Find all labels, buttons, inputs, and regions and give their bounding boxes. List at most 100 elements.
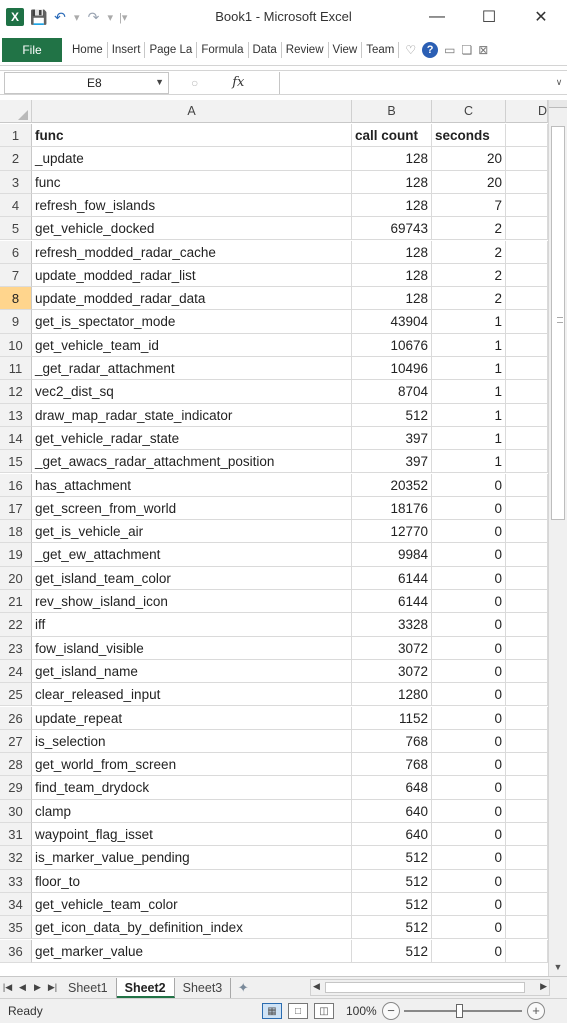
cell-empty[interactable]: [506, 729, 548, 754]
row-header[interactable]: 29: [0, 776, 32, 800]
tab-team[interactable]: Team: [362, 41, 400, 58]
row-header[interactable]: 25: [0, 683, 32, 707]
workbook-restore-icon[interactable]: ❏: [461, 43, 472, 57]
cell-empty[interactable]: [506, 357, 548, 381]
row-header[interactable]: 35: [0, 916, 32, 940]
scroll-right-arrow-icon[interactable]: ▶: [540, 981, 547, 992]
row-header[interactable]: 36: [0, 939, 32, 963]
worksheet-grid[interactable]: A B C D 1 func call count seconds 2 _update 12…: [0, 100, 548, 976]
cell-empty[interactable]: [506, 846, 548, 870]
cell-call-count[interactable]: 768: [352, 753, 432, 777]
cell-seconds[interactable]: 1: [432, 426, 506, 451]
cell-seconds[interactable]: 2: [432, 240, 506, 264]
cell-seconds[interactable]: seconds: [432, 124, 506, 148]
row-header[interactable]: 23: [0, 636, 32, 660]
cell-func[interactable]: get_marker_value: [32, 939, 352, 963]
row-header[interactable]: 26: [0, 706, 32, 730]
cell-call-count[interactable]: 512: [352, 403, 432, 427]
cell-empty[interactable]: [506, 520, 548, 544]
cell-seconds[interactable]: 0: [432, 869, 506, 893]
next-sheet-icon[interactable]: ▶: [30, 982, 45, 993]
cell-func[interactable]: func: [32, 124, 352, 148]
cell-seconds[interactable]: 20: [432, 170, 506, 194]
cell-empty[interactable]: [506, 473, 548, 497]
cell-empty[interactable]: [506, 217, 548, 241]
cell-empty[interactable]: [506, 450, 548, 474]
help-icon[interactable]: ?: [422, 41, 439, 58]
cell-func[interactable]: get_island_team_color: [32, 566, 352, 590]
cell-seconds[interactable]: 0: [432, 916, 506, 940]
row-header[interactable]: 10: [0, 333, 32, 357]
row-header[interactable]: 13: [0, 403, 32, 427]
redo-icon[interactable]: ↷: [86, 9, 102, 26]
zoom-slider-track[interactable]: [404, 1010, 522, 1012]
cell-call-count[interactable]: 18176: [352, 496, 432, 521]
cell-func[interactable]: _update: [32, 147, 352, 171]
cell-empty[interactable]: [506, 170, 548, 194]
cell-call-count[interactable]: 6144: [352, 590, 432, 614]
cell-call-count[interactable]: 1280: [352, 683, 432, 707]
cell-call-count[interactable]: 12770: [352, 520, 432, 544]
cell-call-count[interactable]: 128: [352, 240, 432, 264]
cell-call-count[interactable]: 69743: [352, 217, 432, 241]
cell-empty[interactable]: [506, 706, 548, 730]
cell-call-count[interactable]: 128: [352, 170, 432, 194]
column-header-a[interactable]: A: [32, 100, 352, 123]
cell-seconds[interactable]: 0: [432, 636, 506, 660]
minimize-button[interactable]: —: [411, 0, 463, 34]
cell-seconds[interactable]: 0: [432, 706, 506, 730]
cell-call-count[interactable]: 1152: [352, 706, 432, 730]
cell-seconds[interactable]: 1: [432, 310, 506, 334]
cell-call-count[interactable]: 128: [352, 193, 432, 218]
cell-call-count[interactable]: call count: [352, 124, 432, 148]
ribbon-collapse-icon[interactable]: ♡: [405, 43, 416, 57]
cell-func[interactable]: get_island_name: [32, 659, 352, 684]
maximize-button[interactable]: ☐: [463, 0, 515, 34]
split-box[interactable]: [549, 100, 567, 108]
cell-func[interactable]: rev_show_island_icon: [32, 590, 352, 614]
cell-func[interactable]: get_icon_data_by_definition_index: [32, 916, 352, 940]
zoom-level[interactable]: 100%: [346, 1004, 377, 1018]
row-header[interactable]: 14: [0, 426, 32, 451]
cell-call-count[interactable]: 640: [352, 823, 432, 847]
cell-empty[interactable]: [506, 659, 548, 684]
cell-seconds[interactable]: 0: [432, 613, 506, 637]
row-header[interactable]: 11: [0, 357, 32, 381]
cell-call-count[interactable]: 6144: [352, 566, 432, 590]
cell-empty[interactable]: [506, 590, 548, 614]
cell-func[interactable]: get_is_vehicle_air: [32, 520, 352, 544]
cell-call-count[interactable]: 128: [352, 147, 432, 171]
cell-seconds[interactable]: 2: [432, 263, 506, 288]
zoom-out-icon[interactable]: −: [382, 1002, 400, 1020]
cell-empty[interactable]: [506, 403, 548, 427]
insert-sheet-icon[interactable]: ✦: [231, 980, 255, 996]
cell-empty[interactable]: [506, 916, 548, 940]
cell-func[interactable]: update_modded_radar_list: [32, 263, 352, 288]
prev-sheet-icon[interactable]: ◀: [15, 982, 30, 993]
zoom-slider-knob[interactable]: [456, 1004, 463, 1018]
cell-seconds[interactable]: 1: [432, 333, 506, 357]
column-header-c[interactable]: C: [432, 100, 506, 123]
row-header[interactable]: 32: [0, 846, 32, 870]
cell-func[interactable]: draw_map_radar_state_indicator: [32, 403, 352, 427]
cell-call-count[interactable]: 512: [352, 869, 432, 893]
row-header[interactable]: 19: [0, 543, 32, 567]
cell-empty[interactable]: [506, 566, 548, 590]
row-header[interactable]: 30: [0, 799, 32, 823]
cell-call-count[interactable]: 128: [352, 287, 432, 311]
cell-func[interactable]: _get_radar_attachment: [32, 357, 352, 381]
sheet-tab-sheet1[interactable]: Sheet1: [60, 977, 117, 998]
cell-func[interactable]: refresh_modded_radar_cache: [32, 240, 352, 264]
sheet-tab-sheet2[interactable]: Sheet2: [116, 977, 175, 998]
row-header[interactable]: 28: [0, 753, 32, 777]
row-header[interactable]: 15: [0, 450, 32, 474]
cell-empty[interactable]: [506, 124, 548, 148]
undo-dropdown-icon[interactable]: ▾: [74, 11, 80, 24]
cell-empty[interactable]: [506, 799, 548, 823]
cell-seconds[interactable]: 2: [432, 287, 506, 311]
close-button[interactable]: ✕: [515, 0, 567, 34]
cell-func[interactable]: vec2_dist_sq: [32, 380, 352, 404]
cell-func[interactable]: func: [32, 170, 352, 194]
cell-call-count[interactable]: 8704: [352, 380, 432, 404]
cell-empty[interactable]: [506, 240, 548, 264]
